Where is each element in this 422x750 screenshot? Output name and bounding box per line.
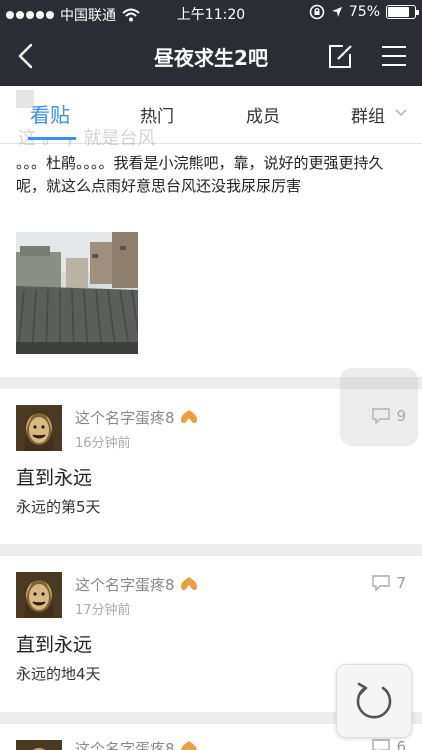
post-body: 。。。杜鹃。。。。我看是小浣熊吧，靠，说好的更强更持久呢，就这么点雨好意思台风还… bbox=[16, 154, 384, 195]
thread-author: 这个名字蛋疼8 bbox=[75, 407, 199, 428]
page-title: 昼夜求生2吧 bbox=[154, 46, 268, 70]
tab-members[interactable]: 成员 bbox=[246, 102, 280, 127]
chevron-down-icon[interactable] bbox=[394, 106, 408, 120]
menu-icon[interactable] bbox=[378, 40, 410, 72]
location-icon bbox=[331, 7, 342, 17]
refresh-icon bbox=[356, 682, 392, 719]
comment-count: 7 bbox=[372, 574, 406, 592]
floating-touch-button[interactable] bbox=[340, 368, 418, 446]
level-badge-icon bbox=[181, 410, 198, 424]
battery-icon bbox=[386, 5, 419, 19]
level-badge-icon bbox=[181, 577, 198, 591]
thread-summary: 永远的地4天 bbox=[16, 665, 101, 683]
comment-icon bbox=[372, 575, 391, 591]
thread-summary: 永远的第5天 bbox=[16, 498, 101, 516]
thread-author: 这个名字蛋疼8 bbox=[75, 738, 199, 750]
battery-percent: 75% bbox=[348, 4, 380, 20]
tab-posts[interactable]: 看贴 bbox=[30, 99, 70, 128]
refresh-button[interactable] bbox=[336, 664, 412, 738]
nav-bar: 昼夜求生2吧 bbox=[0, 26, 422, 86]
thread-title: 直到永远 bbox=[16, 634, 93, 656]
status-bar: 中国联通 上午11:20 75% bbox=[0, 0, 422, 26]
tab-bar: 这 。 ，就是台风 看贴 热门 成员 群组 bbox=[0, 86, 422, 149]
compose-icon[interactable] bbox=[324, 40, 356, 72]
thread-author: 这个名字蛋疼8 bbox=[75, 574, 199, 595]
thread-time: 17分钟前 bbox=[75, 603, 131, 618]
active-tab-indicator bbox=[28, 137, 76, 140]
comment-icon bbox=[372, 739, 391, 750]
tab-groups[interactable]: 群组 bbox=[351, 102, 385, 127]
thread-title: 直到永远 bbox=[16, 467, 93, 489]
post-photo[interactable] bbox=[16, 232, 138, 354]
avatar[interactable] bbox=[16, 740, 62, 750]
tab-hot[interactable]: 热门 bbox=[140, 102, 174, 127]
avatar[interactable] bbox=[16, 405, 62, 451]
comment-count: 6 bbox=[372, 738, 406, 750]
section-divider bbox=[0, 544, 422, 556]
rotation-lock-icon bbox=[309, 4, 325, 20]
level-badge-icon bbox=[181, 741, 198, 750]
avatar[interactable] bbox=[16, 572, 62, 618]
thread-time: 16分钟前 bbox=[75, 436, 131, 451]
